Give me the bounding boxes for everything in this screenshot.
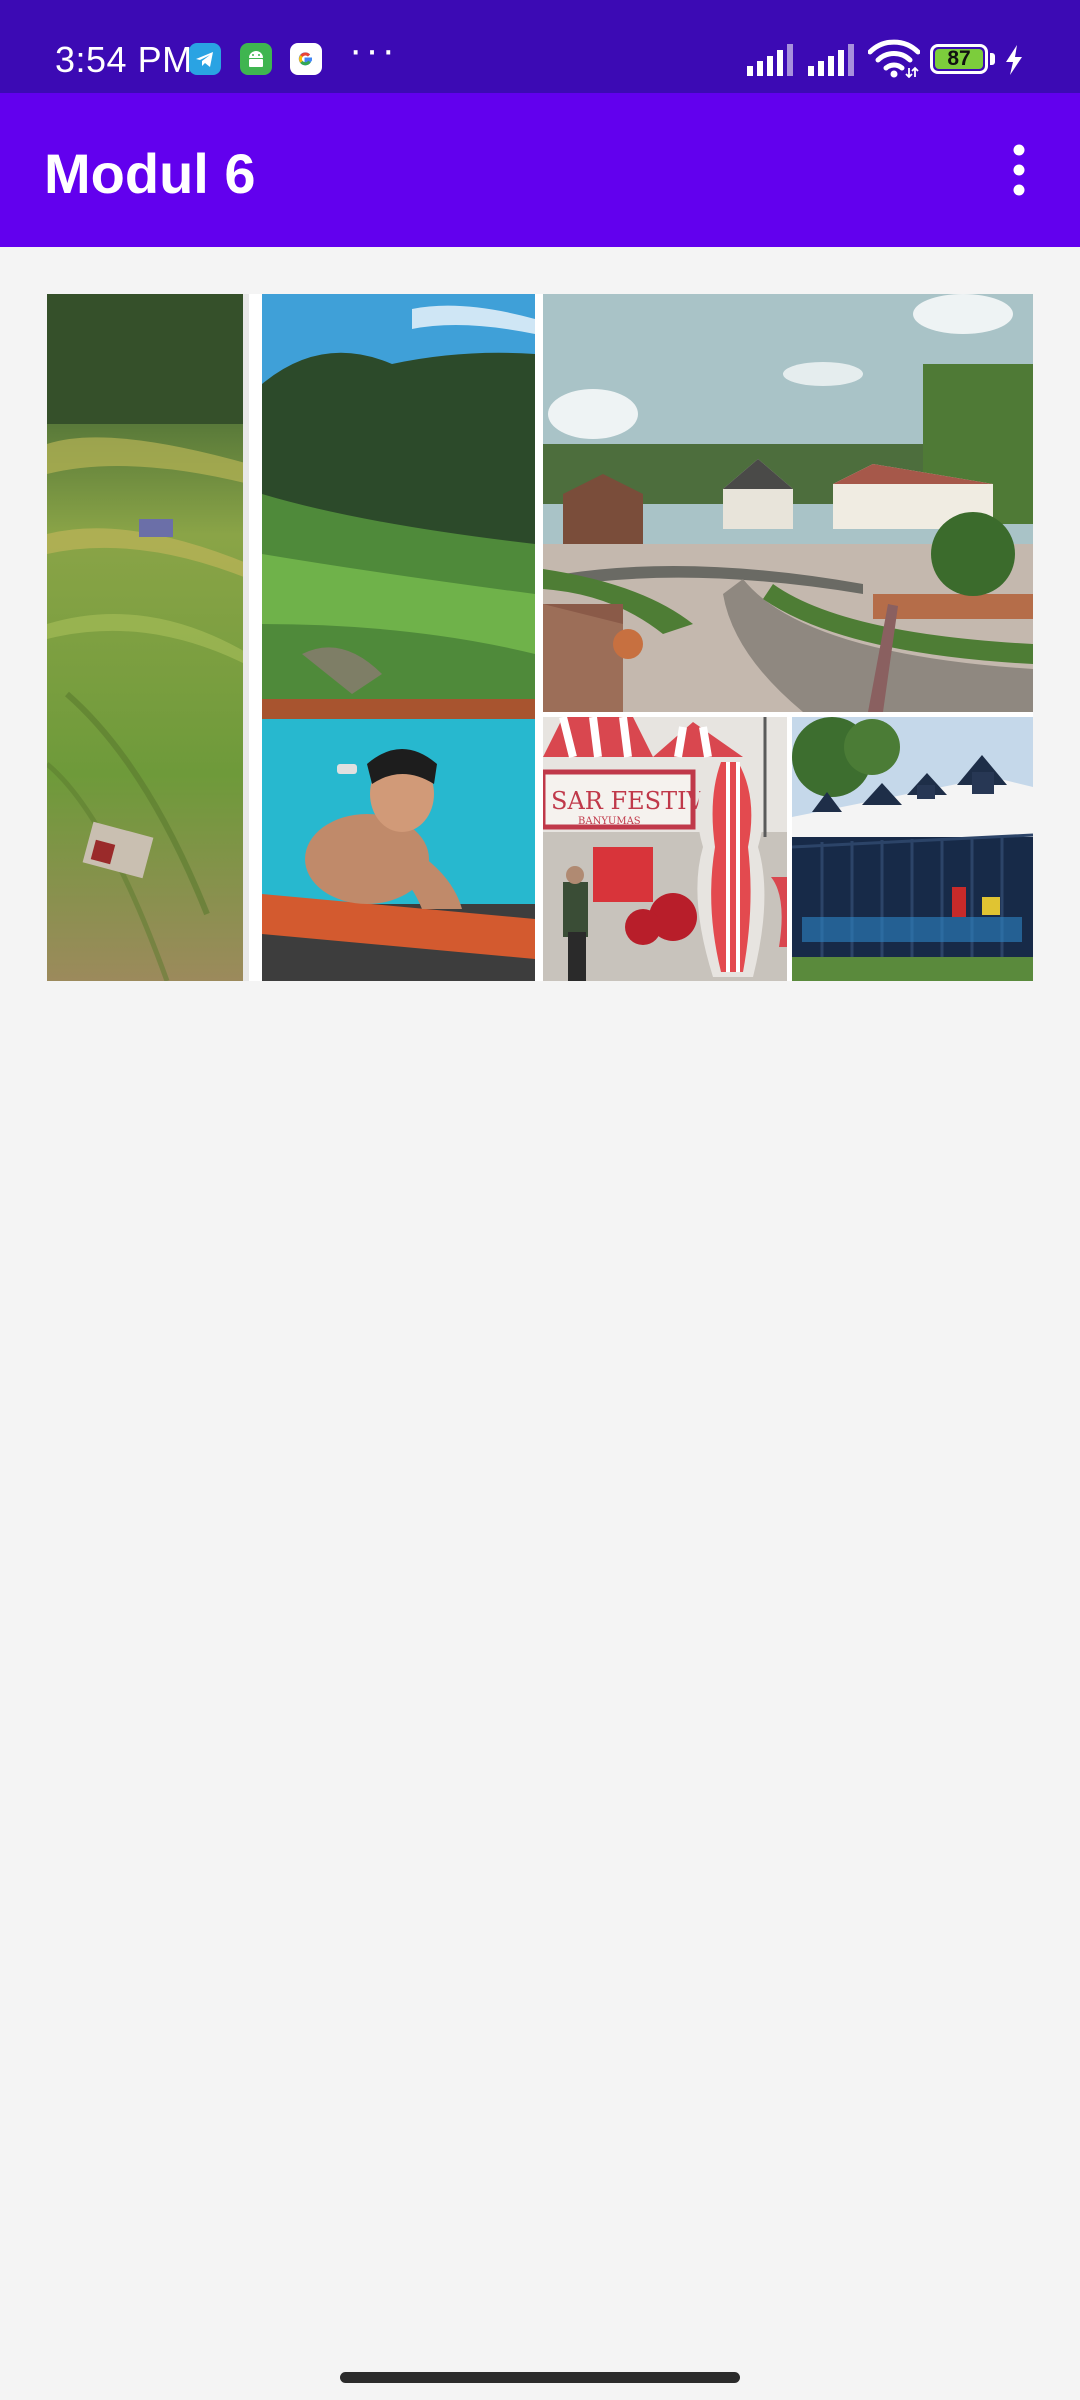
battery-icon: 87 <box>930 44 988 74</box>
battery-tip <box>990 53 995 65</box>
page-title: Modul 6 <box>44 142 256 205</box>
image-collage[interactable]: SAR FESTIVAL BANYUMAS <box>47 294 1033 981</box>
festival-sign-subtext: BANYUMAS <box>578 816 641 827</box>
android-icon <box>240 43 272 75</box>
app-bar: Modul 6 <box>0 93 1080 247</box>
wifi-icon <box>867 38 921 83</box>
signal-icon <box>747 44 797 81</box>
village-garden-photo[interactable] <box>543 294 1033 712</box>
signal-icon <box>808 44 858 81</box>
google-icon <box>290 43 322 75</box>
more-notifications-icon: ··· <box>349 28 398 72</box>
more-vert-icon <box>1013 144 1025 196</box>
charging-icon <box>1003 44 1025 81</box>
telegram-icon <box>189 43 221 75</box>
status-time: 3:54 PM <box>55 39 193 80</box>
rice-terrace-photo[interactable] <box>47 294 249 981</box>
building-photo[interactable] <box>792 717 1033 981</box>
overflow-menu-button[interactable] <box>994 140 1044 200</box>
home-indicator[interactable] <box>340 2372 740 2383</box>
pool-photo[interactable] <box>262 294 535 981</box>
status-bar: 3:54 PM ··· 87 <box>0 0 1080 93</box>
battery-level: 87 <box>947 47 971 70</box>
festival-photo[interactable]: SAR FESTIVAL BANYUMAS <box>543 717 787 981</box>
